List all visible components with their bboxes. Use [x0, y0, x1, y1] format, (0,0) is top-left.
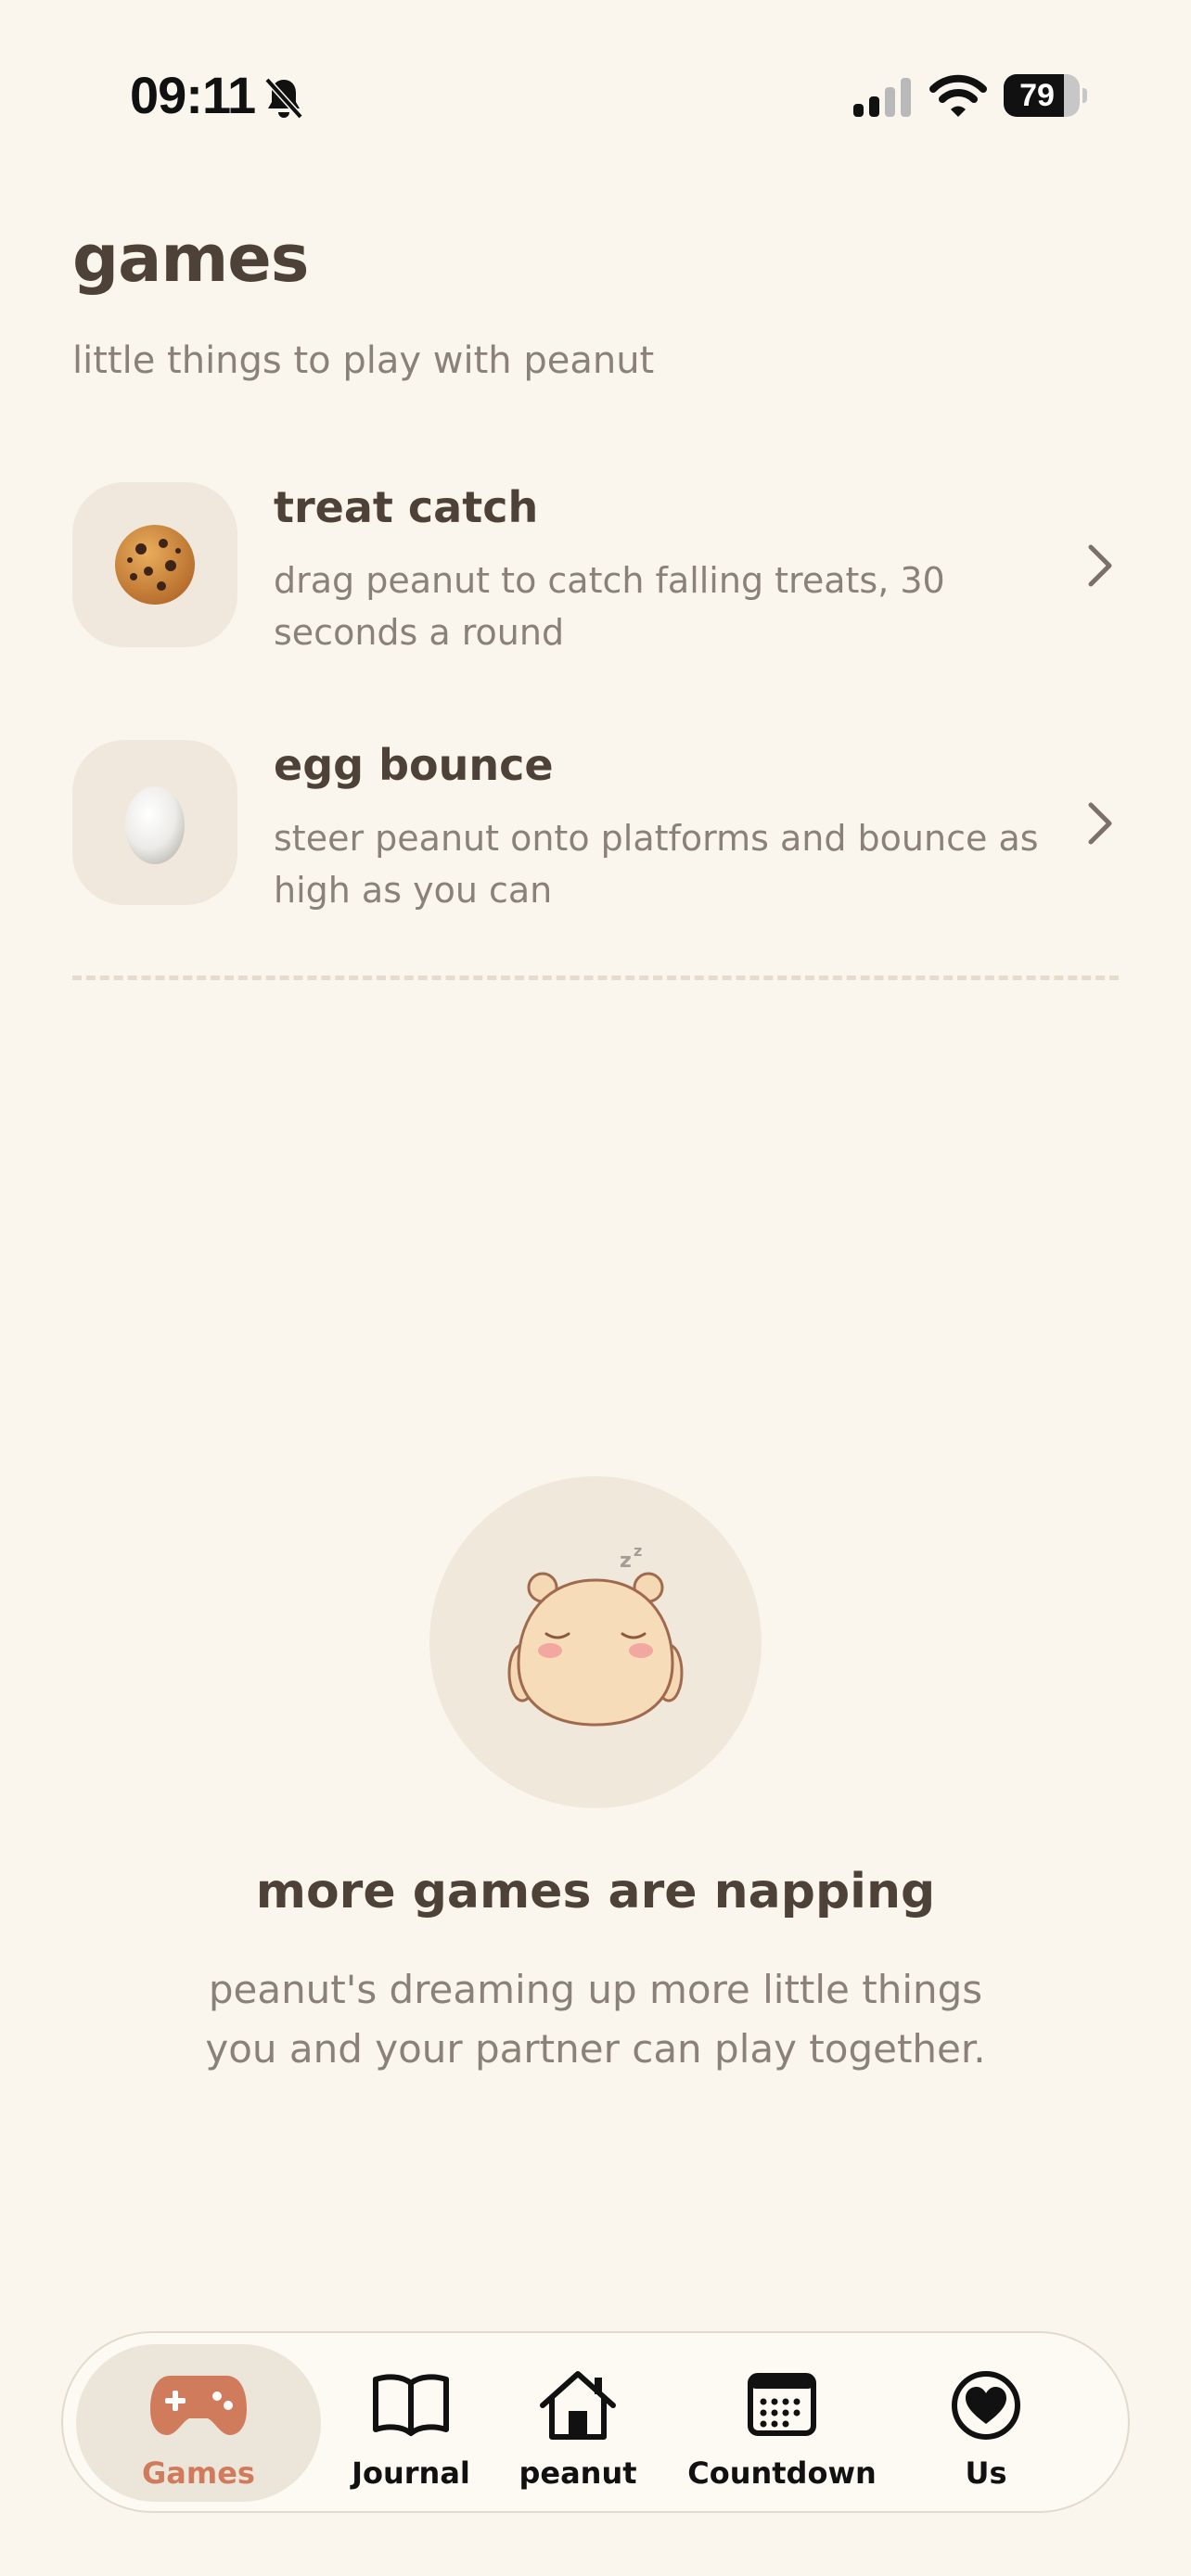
- empty-state-description: peanut's dreaming up more little things …: [205, 1967, 986, 2072]
- book-icon: [373, 2374, 449, 2436]
- status-bar: 09:11 79: [0, 0, 1191, 185]
- home-icon: [540, 2371, 616, 2440]
- game-title: egg bounce: [274, 740, 554, 790]
- cookie-icon: [115, 525, 195, 605]
- dashed-divider: [72, 976, 1119, 980]
- tab-games[interactable]: Games: [76, 2344, 321, 2502]
- tab-us[interactable]: Us: [916, 2344, 1056, 2502]
- game-thumbnail: [72, 482, 237, 647]
- gamepad-icon: [150, 2376, 247, 2435]
- tab-label: Games: [142, 2455, 255, 2491]
- battery-indicator: 79: [1004, 74, 1087, 117]
- tab-label: Us: [965, 2455, 1007, 2491]
- bottom-tab-bar: Games Journal peanut Countdown Us: [61, 2331, 1130, 2513]
- sleeping-peanut-icon: z z: [507, 1542, 684, 1727]
- tab-countdown[interactable]: Countdown: [685, 2344, 879, 2502]
- heart-icon: [952, 2371, 1020, 2440]
- game-description: drag peanut to catch falling treats, 30 …: [274, 560, 945, 653]
- battery-percent: 79: [1019, 78, 1055, 113]
- empty-state-title: more games are napping: [255, 1864, 936, 1919]
- svg-text:z: z: [620, 1549, 632, 1573]
- calendar-icon: [748, 2373, 816, 2436]
- chevron-right-icon[interactable]: [1082, 542, 1119, 590]
- chevron-right-icon[interactable]: [1082, 799, 1119, 848]
- svg-text:z: z: [634, 1542, 642, 1560]
- wifi-icon: [929, 74, 987, 117]
- game-item-egg-bounce[interactable]: egg bounce steer peanut onto platforms a…: [72, 740, 1119, 916]
- game-title: treat catch: [274, 482, 539, 532]
- tab-peanut[interactable]: peanut: [508, 2344, 647, 2502]
- egg-icon: [125, 786, 185, 864]
- page-subtitle: little things to play with peanut: [72, 339, 655, 382]
- bell-off-icon: [264, 77, 303, 120]
- tab-label: Countdown: [687, 2455, 877, 2491]
- game-thumbnail: [72, 740, 237, 905]
- tab-label: Journal: [352, 2455, 470, 2491]
- game-item-treat-catch[interactable]: treat catch drag peanut to catch falling…: [72, 482, 1119, 658]
- tab-label: peanut: [519, 2455, 637, 2491]
- tab-journal[interactable]: Journal: [341, 2344, 480, 2502]
- signal-icon: [853, 78, 911, 117]
- game-description: steer peanut onto platforms and bounce a…: [274, 818, 1039, 911]
- status-time: 09:11: [130, 66, 256, 124]
- sleeping-peanut-illustration: z z: [429, 1476, 762, 1808]
- page-title: games: [72, 221, 309, 297]
